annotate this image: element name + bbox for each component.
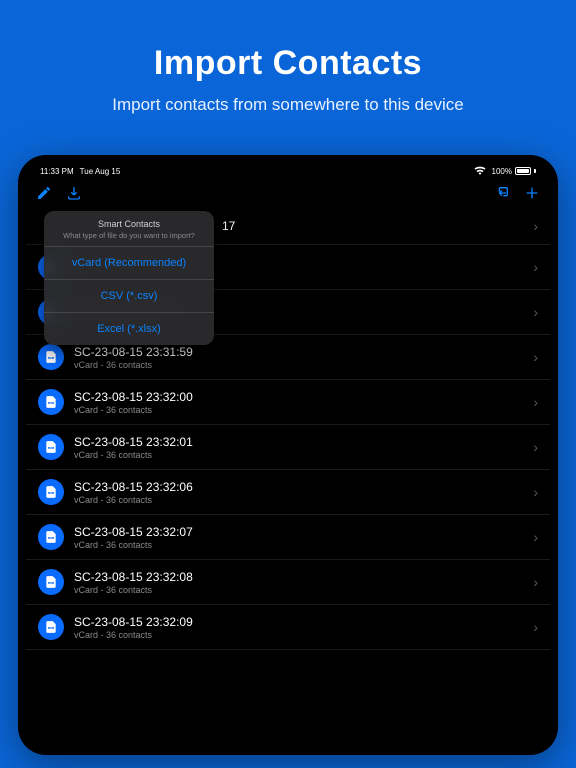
svg-text:VCF: VCF <box>49 582 53 584</box>
status-date: Tue Aug 15 <box>80 167 121 176</box>
device-screen: 11:33 PM Tue Aug 15 100% <box>26 163 550 747</box>
svg-text:VCF: VCF <box>49 492 53 494</box>
popover-option-csv[interactable]: CSV (*.csv) <box>44 279 214 312</box>
chevron-right-icon: › <box>533 574 538 590</box>
row-title: SC-23-08-15 23:32:01 <box>74 435 523 449</box>
promo-screen: Import Contacts Import contacts from som… <box>0 0 576 768</box>
share-icon[interactable] <box>494 185 510 201</box>
popover-title: Smart Contacts <box>54 219 204 229</box>
popover-subtitle: What type of file do you want to import? <box>54 231 204 240</box>
vcf-file-icon: VCF <box>38 614 64 640</box>
row-title: SC-23-08-15 23:32:06 <box>74 480 523 494</box>
battery-percent: 100% <box>492 167 512 176</box>
popover-option-vcard[interactable]: vCard (Recommended) <box>44 246 214 279</box>
promo-title: Import Contacts <box>154 44 422 83</box>
chevron-right-icon: › <box>533 218 538 234</box>
list-item[interactable]: VCF SC-23-08-15 23:32:01vCard - 36 contac… <box>26 425 550 470</box>
edit-icon[interactable] <box>36 185 52 201</box>
import-icon[interactable] <box>66 185 82 201</box>
chevron-right-icon: › <box>533 439 538 455</box>
battery-icon: 100% <box>492 167 536 176</box>
status-bar: 11:33 PM Tue Aug 15 100% <box>26 163 550 179</box>
svg-text:VCF: VCF <box>49 357 53 359</box>
row-subtitle: vCard - 36 contacts <box>74 585 523 595</box>
promo-subtitle: Import contacts from somewhere to this d… <box>112 95 463 115</box>
nav-bar <box>26 179 550 207</box>
vcf-file-icon: VCF <box>38 569 64 595</box>
vcf-file-icon: VCF <box>38 479 64 505</box>
chevron-right-icon: › <box>533 484 538 500</box>
chevron-right-icon: › <box>533 619 538 635</box>
list-item[interactable]: VCF SC-23-08-15 23:32:08vCard - 36 contac… <box>26 560 550 605</box>
row-title: SC-23-08-15 23:31:59 <box>74 345 523 359</box>
add-icon[interactable] <box>524 185 540 201</box>
wifi-icon <box>474 166 486 177</box>
list-item[interactable]: VCF SC-23-08-15 23:32:00vCard - 36 contac… <box>26 380 550 425</box>
svg-text:VCF: VCF <box>49 447 53 449</box>
popover-option-excel[interactable]: Excel (*.xlsx) <box>44 312 214 345</box>
chevron-right-icon: › <box>533 529 538 545</box>
import-popover: Smart Contacts What type of file do you … <box>44 211 214 345</box>
chevron-right-icon: › <box>533 304 538 320</box>
row-subtitle: vCard - 36 contacts <box>74 360 523 370</box>
row-subtitle: vCard - 36 contacts <box>74 630 523 640</box>
list-item[interactable]: VCF SC-23-08-15 23:32:06vCard - 36 contac… <box>26 470 550 515</box>
vcf-file-icon: VCF <box>38 389 64 415</box>
row-title: SC-23-08-15 23:32:08 <box>74 570 523 584</box>
row-title: 17 <box>222 219 523 233</box>
list-item[interactable]: VCF SC-23-08-15 23:32:09vCard - 36 contac… <box>26 605 550 650</box>
device-frame: 11:33 PM Tue Aug 15 100% <box>18 155 558 755</box>
row-title: SC-23-08-15 23:32:09 <box>74 615 523 629</box>
chevron-right-icon: › <box>533 394 538 410</box>
row-title: SC-23-08-15 23:32:07 <box>74 525 523 539</box>
row-subtitle: vCard - 36 contacts <box>74 450 523 460</box>
vcf-file-icon: VCF <box>38 434 64 460</box>
vcf-file-icon: VCF <box>38 344 64 370</box>
svg-text:VCF: VCF <box>49 627 53 629</box>
chevron-right-icon: › <box>533 259 538 275</box>
chevron-right-icon: › <box>533 349 538 365</box>
row-title: SC-23-08-15 23:32:00 <box>74 390 523 404</box>
row-subtitle: vCard - 36 contacts <box>74 405 523 415</box>
row-subtitle: vCard - 36 contacts <box>74 540 523 550</box>
vcf-file-icon: VCF <box>38 524 64 550</box>
svg-text:VCF: VCF <box>49 537 53 539</box>
status-time: 11:33 PM <box>40 167 74 176</box>
row-subtitle: vCard - 36 contacts <box>74 495 523 505</box>
svg-text:VCF: VCF <box>49 402 53 404</box>
list-item[interactable]: VCF SC-23-08-15 23:32:07vCard - 36 contac… <box>26 515 550 560</box>
